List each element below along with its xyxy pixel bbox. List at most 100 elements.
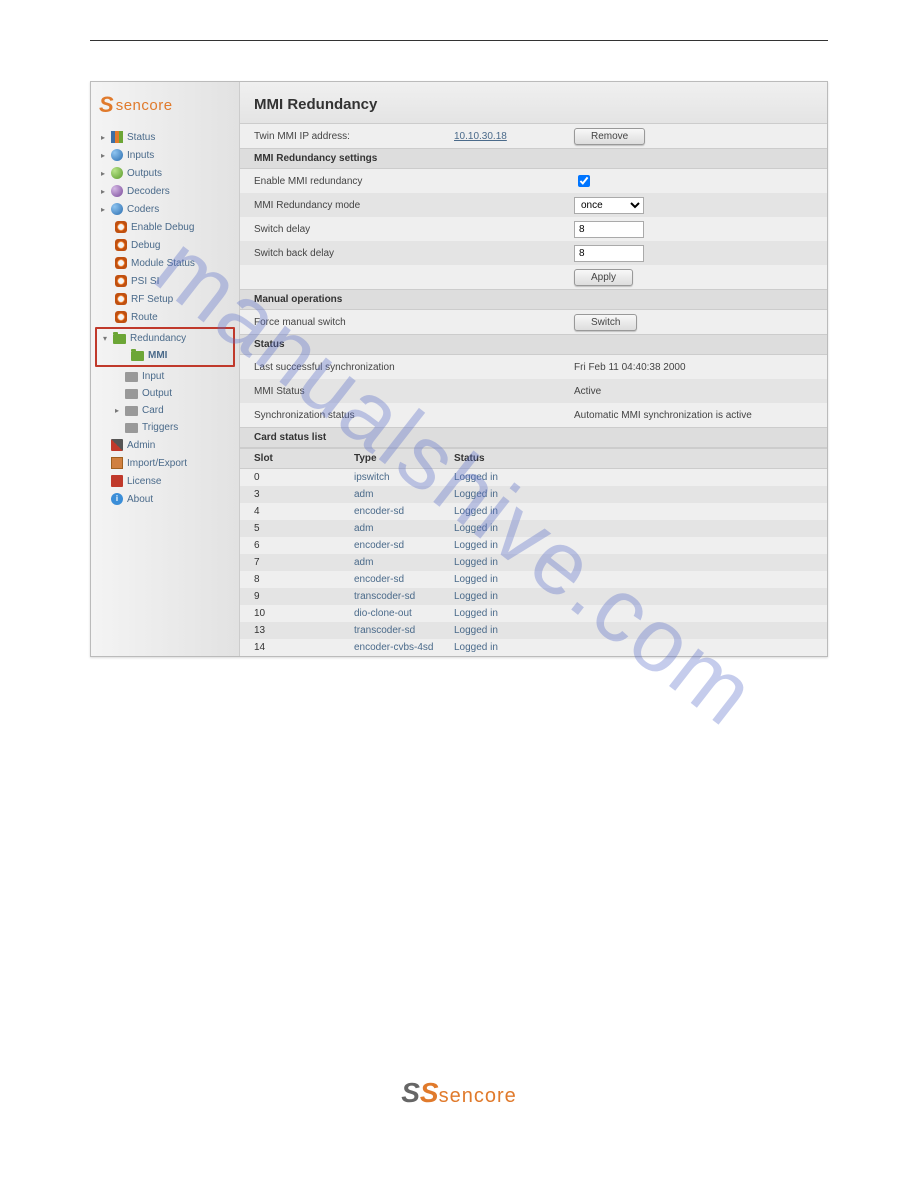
cell-slot: 14	[254, 642, 354, 653]
footer-logo: SSsencore	[90, 1077, 828, 1109]
cog-icon	[115, 293, 127, 305]
brand-logo: S sencore	[91, 82, 239, 124]
sidebar-item-rf-setup[interactable]: RF Setup	[91, 290, 239, 308]
main-panel: MMI Redundancy Twin MMI IP address: 10.1…	[240, 82, 827, 656]
remove-button[interactable]: Remove	[574, 128, 645, 145]
cell-type: adm	[354, 489, 454, 500]
cell-type: transcoder-sd	[354, 591, 454, 602]
cog-icon	[115, 257, 127, 269]
table-row: 6encoder-sdLogged in	[240, 537, 827, 554]
cell-type: adm	[354, 557, 454, 568]
ball-purple-icon	[111, 185, 123, 197]
cell-slot: 5	[254, 523, 354, 534]
sidebar-item-outputs[interactable]: ▸Outputs	[91, 164, 239, 182]
switch-button[interactable]: Switch	[574, 314, 637, 331]
sidebar-item-module-status[interactable]: Module Status	[91, 254, 239, 272]
apply-button[interactable]: Apply	[574, 269, 633, 286]
sidebar-item-output[interactable]: Output	[91, 385, 239, 402]
section-settings: MMI Redundancy settings	[240, 148, 827, 169]
switch-back-delay-input[interactable]	[574, 245, 644, 262]
table-row: 10dio-clone-outLogged in	[240, 605, 827, 622]
enable-redundancy-checkbox[interactable]	[578, 175, 590, 187]
cog-icon	[115, 311, 127, 323]
cell-slot: 7	[254, 557, 354, 568]
sidebar-item-debug[interactable]: Debug	[91, 236, 239, 254]
twin-ip-label: Twin MMI IP address:	[254, 131, 454, 142]
folder-grey-icon	[125, 389, 138, 399]
folder-icon	[113, 334, 126, 344]
col-slot: Slot	[254, 453, 354, 464]
folder-grey-icon	[125, 372, 138, 382]
col-type: Type	[354, 453, 454, 464]
cell-type: encoder-sd	[354, 574, 454, 585]
last-sync-value: Fri Feb 11 04:40:38 2000	[574, 362, 686, 373]
cell-slot: 0	[254, 472, 354, 483]
page-title: MMI Redundancy	[240, 82, 827, 124]
redundancy-mode-select[interactable]: once	[574, 197, 644, 214]
sidebar-item-route[interactable]: Route	[91, 308, 239, 326]
twin-ip-value[interactable]: 10.10.30.18	[454, 131, 574, 142]
cell-type: ipswitch	[354, 472, 454, 483]
switch-delay-input[interactable]	[574, 221, 644, 238]
cell-status: Logged in	[454, 591, 498, 602]
ball-blue-icon	[111, 203, 123, 215]
table-row: 14encoder-cvbs-4sdLogged in	[240, 639, 827, 656]
sidebar-item-card[interactable]: ▸Card	[91, 402, 239, 419]
sidebar-item-decoders[interactable]: ▸Decoders	[91, 182, 239, 200]
table-row: 0ipswitchLogged in	[240, 469, 827, 486]
sidebar-item-about[interactable]: iAbout	[91, 490, 239, 508]
table-row: 13transcoder-sdLogged in	[240, 622, 827, 639]
table-row: 8encoder-sdLogged in	[240, 571, 827, 588]
sidebar-item-mmi[interactable]: MMI	[97, 347, 233, 364]
sidebar-item-psi-si[interactable]: PSI SI	[91, 272, 239, 290]
sidebar-highlight-redundancy: ▾Redundancy MMI	[95, 327, 235, 367]
table-row: 4encoder-sdLogged in	[240, 503, 827, 520]
force-switch-label: Force manual switch	[254, 317, 454, 328]
cell-slot: 4	[254, 506, 354, 517]
cell-status: Logged in	[454, 489, 498, 500]
brand-name: sencore	[116, 97, 173, 114]
cell-type: encoder-sd	[354, 540, 454, 551]
tools-icon	[111, 439, 123, 451]
cell-type: dio-clone-out	[354, 608, 454, 619]
section-status: Status	[240, 334, 827, 355]
sidebar-item-admin[interactable]: Admin	[91, 436, 239, 454]
sidebar-item-input[interactable]: Input	[91, 368, 239, 385]
info-icon: i	[111, 493, 123, 505]
sidebar-item-status[interactable]: ▸Status	[91, 128, 239, 146]
sidebar-item-enable-debug[interactable]: Enable Debug	[91, 218, 239, 236]
bar-chart-icon	[111, 131, 123, 143]
cell-slot: 3	[254, 489, 354, 500]
ball-blue-icon	[111, 149, 123, 161]
folder-grey-icon	[125, 406, 138, 416]
table-row: 7admLogged in	[240, 554, 827, 571]
sidebar-item-inputs[interactable]: ▸Inputs	[91, 146, 239, 164]
cog-icon	[115, 221, 127, 233]
logo-icon: S	[99, 92, 114, 118]
sync-status-value: Automatic MMI synchronization is active	[574, 410, 752, 421]
sidebar-item-redundancy[interactable]: ▾Redundancy	[97, 330, 233, 347]
sidebar-item-license[interactable]: License	[91, 472, 239, 490]
table-row: 9transcoder-sdLogged in	[240, 588, 827, 605]
sidebar-item-coders[interactable]: ▸Coders	[91, 200, 239, 218]
col-status: Status	[454, 453, 485, 464]
table-row: 3admLogged in	[240, 486, 827, 503]
cell-status: Logged in	[454, 574, 498, 585]
cell-status: Logged in	[454, 625, 498, 636]
cog-icon	[115, 275, 127, 287]
sidebar-item-import-export[interactable]: Import/Export	[91, 454, 239, 472]
mmi-status-value: Active	[574, 386, 601, 397]
cell-slot: 9	[254, 591, 354, 602]
cell-slot: 6	[254, 540, 354, 551]
cell-type: transcoder-sd	[354, 625, 454, 636]
cell-status: Logged in	[454, 557, 498, 568]
cell-status: Logged in	[454, 642, 498, 653]
table-row: 5admLogged in	[240, 520, 827, 537]
cell-status: Logged in	[454, 608, 498, 619]
cell-status: Logged in	[454, 523, 498, 534]
cell-status: Logged in	[454, 472, 498, 483]
section-manual: Manual operations	[240, 289, 827, 310]
sidebar-item-triggers[interactable]: Triggers	[91, 419, 239, 436]
sidebar: S sencore ▸Status ▸Inputs ▸Outputs ▸Deco…	[91, 82, 240, 656]
redundancy-mode-label: MMI Redundancy mode	[254, 200, 454, 211]
